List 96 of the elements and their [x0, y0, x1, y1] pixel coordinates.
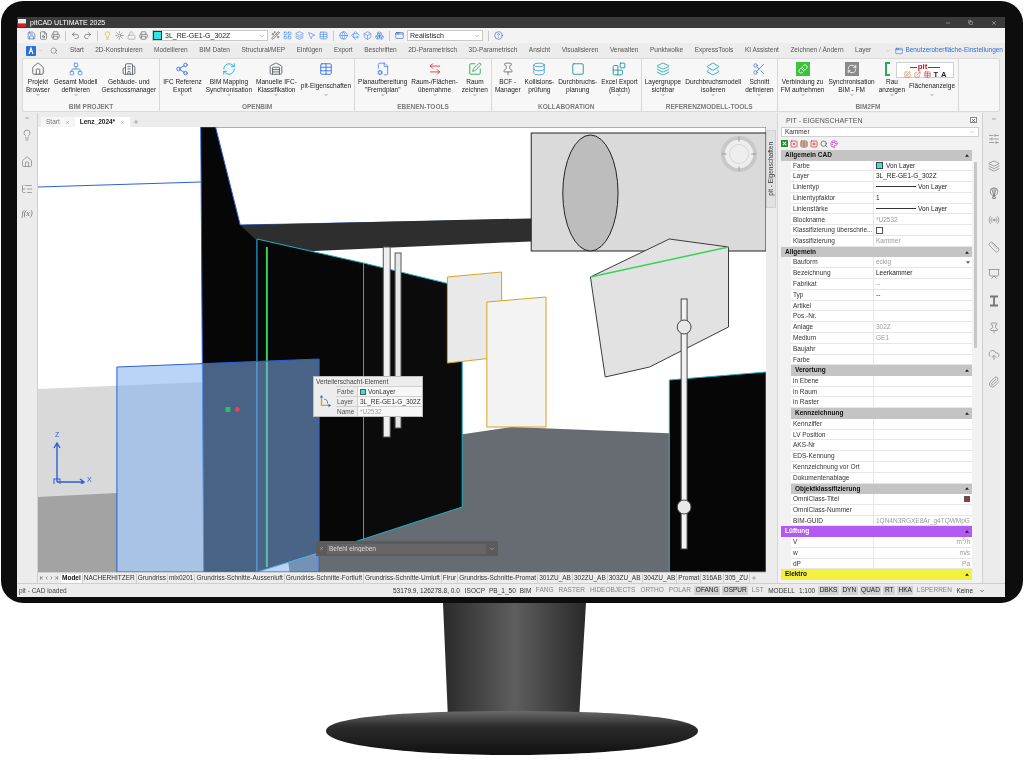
previous-icon[interactable]	[44, 575, 49, 581]
scrollbar[interactable]	[974, 162, 977, 348]
caret-down-icon	[259, 32, 265, 39]
search-icon[interactable]	[50, 46, 58, 55]
blocks-icon	[612, 62, 627, 76]
pin-icon	[500, 62, 515, 76]
easel-icon[interactable]	[988, 268, 1000, 280]
close-icon	[971, 117, 976, 123]
palette-icon[interactable]	[830, 139, 838, 148]
square-icon	[570, 62, 585, 76]
scissors-icon	[752, 62, 767, 76]
close-icon[interactable]	[120, 119, 126, 125]
close-icon[interactable]	[64, 119, 70, 125]
add-icon[interactable]	[810, 139, 818, 148]
building-icon	[121, 62, 136, 76]
caret-down-icon	[474, 32, 480, 39]
cubes-icon[interactable]	[375, 31, 384, 40]
restore-icon	[968, 20, 973, 25]
line-sample-icon	[876, 208, 916, 210]
last-page-icon[interactable]	[54, 575, 59, 581]
spreadsheet-icon[interactable]	[781, 140, 788, 147]
minimize-icon	[944, 19, 951, 26]
line-sample-icon	[876, 186, 916, 188]
sync-icon	[221, 62, 236, 76]
pit-logo: pit	[909, 63, 941, 71]
balloon-icon[interactable]	[988, 187, 1000, 199]
lightbulb-icon[interactable]	[21, 129, 33, 141]
caret-down-icon[interactable]	[966, 260, 970, 264]
warehouse-icon	[269, 62, 284, 76]
share-icon	[175, 62, 190, 76]
window-icon[interactable]	[395, 31, 404, 40]
rotate-3d-icon[interactable]	[351, 31, 360, 40]
lightbulb-icon[interactable]	[103, 31, 112, 40]
color-swatch-icon	[360, 388, 366, 395]
printer-icon[interactable]	[139, 31, 148, 40]
print-preview-icon[interactable]	[39, 31, 48, 40]
unlock-icon[interactable]	[127, 31, 136, 40]
color-swatch-icon	[153, 31, 162, 40]
edit-icon[interactable]	[903, 71, 911, 78]
database-icon	[532, 62, 547, 76]
pointer-icon[interactable]	[307, 31, 316, 40]
dimension-icon	[318, 394, 332, 408]
add-tab-icon[interactable]	[133, 119, 140, 125]
pin-icon[interactable]	[988, 322, 1000, 334]
table-icon[interactable]	[800, 139, 808, 148]
caret-down-icon[interactable]	[979, 587, 985, 594]
link-icon	[795, 62, 810, 76]
plot-icon[interactable]	[51, 31, 60, 40]
sun-icon[interactable]	[115, 31, 124, 40]
save-icon[interactable]	[27, 31, 36, 40]
color-swatch-icon	[876, 161, 883, 169]
layers-icon[interactable]	[295, 31, 304, 40]
checkbox[interactable]	[876, 226, 883, 234]
house-icon	[30, 62, 45, 76]
broadcast-icon[interactable]	[988, 214, 1000, 226]
swap-arrows-icon	[427, 62, 442, 76]
table-icon[interactable]	[923, 71, 931, 78]
cloud-upload-icon[interactable]	[988, 349, 1000, 361]
more-icon[interactable]	[990, 117, 998, 121]
bracket-icon	[884, 62, 890, 76]
help-icon[interactable]	[494, 31, 503, 40]
export-icon[interactable]	[913, 71, 921, 78]
more-icon[interactable]	[23, 116, 31, 120]
window-icon	[895, 46, 904, 55]
grid-icon[interactable]	[283, 31, 292, 40]
paperclip-icon[interactable]	[988, 376, 1000, 388]
arrow-icon[interactable]	[964, 495, 970, 502]
network-icon	[68, 62, 83, 76]
app-menu-icon[interactable]	[26, 45, 36, 56]
table-icon	[318, 62, 333, 76]
caret-down-icon	[969, 129, 975, 135]
tree-icon[interactable]	[21, 183, 33, 195]
ruler-icon[interactable]	[988, 241, 1000, 253]
close-button[interactable]	[970, 117, 977, 123]
file-gear-icon	[375, 62, 390, 76]
layers-icon	[706, 62, 721, 76]
delete-icon[interactable]	[790, 139, 798, 148]
table-icon[interactable]	[319, 31, 328, 40]
redo-icon[interactable]	[83, 31, 92, 40]
edit-square-icon	[467, 62, 482, 76]
sliders-icon[interactable]	[988, 133, 1000, 145]
undo-icon[interactable]	[71, 31, 80, 40]
steel-beam-icon[interactable]	[988, 295, 1000, 307]
formula-button[interactable]: f(x)	[21, 210, 33, 218]
house-icon[interactable]	[21, 156, 33, 168]
next-icon[interactable]	[49, 575, 54, 581]
cube-icon[interactable]	[363, 31, 372, 40]
search-icon[interactable]	[820, 139, 828, 148]
add-tab-icon[interactable]	[750, 575, 757, 581]
sync-icon	[844, 62, 859, 76]
layers-icon[interactable]	[988, 160, 1000, 172]
close-icon	[990, 19, 997, 26]
layers-icon	[655, 62, 670, 76]
wand-icon[interactable]	[271, 31, 280, 40]
first-page-icon[interactable]	[39, 575, 44, 581]
globe-icon[interactable]	[339, 31, 348, 40]
